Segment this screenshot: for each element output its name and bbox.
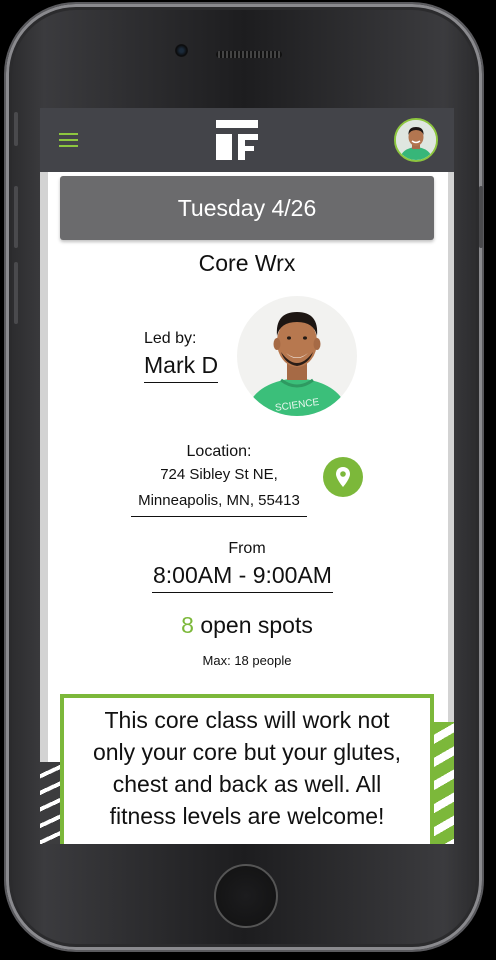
- instructor-photo[interactable]: SCIENCE: [237, 296, 357, 416]
- class-title: Core Wrx: [198, 250, 296, 276]
- max-capacity: Max: 18 people: [202, 653, 292, 668]
- address-link[interactable]: 724 Sibley St NE, Minneapolis, MN, 55413: [131, 462, 307, 517]
- hamburger-menu-icon[interactable]: [59, 133, 78, 147]
- description-section: This core class will work not only your …: [40, 692, 454, 844]
- home-button[interactable]: [214, 864, 278, 928]
- date-header: Tuesday 4/26: [60, 176, 434, 240]
- decorative-stripes-right: [432, 722, 454, 844]
- from-label: From: [228, 540, 266, 557]
- mute-switch: [14, 112, 18, 146]
- top-navigation-bar: [40, 108, 454, 172]
- earpiece-speaker: [216, 51, 282, 58]
- time-range[interactable]: 8:00AM - 9:00AM: [152, 562, 333, 593]
- app-screen: Tuesday 4/26 Core Wrx Led by: Mark D SCI…: [40, 108, 454, 844]
- volume-up-button: [14, 186, 18, 248]
- address-line-1: 724 Sibley St NE,: [160, 466, 278, 483]
- decorative-stripes-left: [40, 762, 62, 844]
- power-button: [479, 186, 483, 248]
- tf-logo-icon[interactable]: [216, 120, 258, 160]
- open-spots: 8 open spots: [40, 612, 454, 639]
- class-description: This core class will work not only your …: [60, 694, 434, 844]
- front-camera: [175, 44, 188, 57]
- class-detail-content: Tuesday 4/26 Core Wrx Led by: Mark D SCI…: [40, 172, 454, 844]
- user-avatar[interactable]: [394, 118, 438, 162]
- map-pin-button[interactable]: [323, 457, 363, 497]
- volume-down-button: [14, 262, 18, 324]
- map-pin-icon: [336, 467, 350, 487]
- open-spots-label: open spots: [200, 612, 313, 638]
- led-by-label: Led by:: [144, 330, 197, 347]
- open-spots-count: 8: [181, 612, 194, 638]
- instructor-name-link[interactable]: Mark D: [144, 352, 219, 383]
- address-line-2: Minneapolis, MN, 55413: [138, 492, 300, 509]
